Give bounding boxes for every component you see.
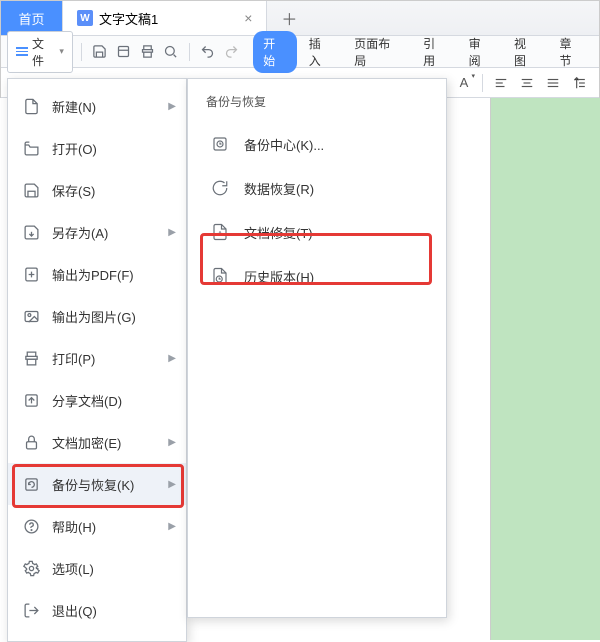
submenu-label: 数据恢复(R) [244, 179, 314, 198]
tab-document[interactable]: W 文字文稿1 × [63, 1, 267, 35]
submenu-item-center[interactable]: 备份中心(K)... [188, 122, 446, 166]
menu-item-print[interactable]: 打印(P) ▶ [8, 337, 186, 379]
line-spacing-icon[interactable] [569, 73, 589, 93]
file-button-label: 文件 [32, 35, 55, 69]
print-icon[interactable] [137, 42, 157, 62]
history-icon [210, 266, 230, 286]
menu-label: 打开(O) [52, 139, 176, 158]
help-icon [22, 517, 40, 535]
menu-label: 分享文档(D) [52, 391, 176, 410]
separator [81, 43, 82, 61]
menu-label: 帮助(H) [52, 517, 156, 536]
backup-submenu: 备份与恢复 备份中心(K)... 数据恢复(R) 文档修复(T) 历史版本(H) [187, 78, 447, 618]
menu-item-export-pdf[interactable]: 输出为PDF(F) [8, 253, 186, 295]
menu-label: 保存(S) [52, 181, 176, 200]
menu-item-help[interactable]: 帮助(H) ▶ [8, 505, 186, 547]
submenu-label: 文档修复(T) [244, 223, 313, 242]
menu-label: 新建(N) [52, 97, 156, 116]
gear-icon [22, 559, 40, 577]
tab-chapter[interactable]: 章节 [549, 31, 592, 73]
close-icon[interactable]: × [244, 10, 252, 26]
menu-item-saveas[interactable]: 另存为(A) ▶ [8, 211, 186, 253]
tab-reference[interactable]: 引用 [413, 31, 456, 73]
tab-start[interactable]: 开始 [253, 31, 296, 73]
tab-home-label: 首页 [18, 9, 44, 28]
share-icon [22, 391, 40, 409]
menu-label: 退出(Q) [52, 601, 176, 620]
chevron-right-icon: ▶ [168, 437, 176, 448]
menu-item-open[interactable]: 打开(O) [8, 127, 186, 169]
menu-item-encrypt[interactable]: 文档加密(E) ▶ [8, 421, 186, 463]
chevron-right-icon: ▶ [168, 521, 176, 532]
exit-icon [22, 601, 40, 619]
tab-review[interactable]: 审阅 [459, 31, 502, 73]
save-icon [22, 181, 40, 199]
menu-item-export-image[interactable]: 输出为图片(G) [8, 295, 186, 337]
submenu-label: 备份中心(K)... [244, 135, 324, 154]
tab-home[interactable]: 首页 [1, 1, 63, 35]
menu-item-save[interactable]: 保存(S) [8, 169, 186, 211]
menu-item-new[interactable]: 新建(N) ▶ [8, 85, 186, 127]
menu-label: 打印(P) [52, 349, 156, 368]
undo-icon[interactable] [198, 42, 218, 62]
redo-icon[interactable] [222, 42, 242, 62]
lock-icon [22, 433, 40, 451]
hamburger-icon [16, 47, 28, 56]
ribbon-tabs: 开始 插入 页面布局 引用 审阅 视图 章节 [253, 31, 593, 73]
menu-label: 选项(L) [52, 559, 176, 578]
submenu-item-recover[interactable]: 数据恢复(R) [188, 166, 446, 210]
menu-item-exit[interactable]: 退出(Q) [8, 589, 186, 631]
menu-item-options[interactable]: 选项(L) [8, 547, 186, 589]
menu-item-backup[interactable]: 备份与恢复(K) ▶ [8, 463, 186, 505]
document-page[interactable] [490, 98, 600, 640]
menu-label: 备份与恢复(K) [52, 475, 156, 494]
file-button[interactable]: 文件 ▾ [7, 31, 73, 73]
menu-label: 输出为PDF(F) [52, 265, 176, 284]
print-preview-icon[interactable] [114, 42, 134, 62]
save-icon[interactable] [90, 42, 110, 62]
recover-icon [210, 178, 230, 198]
menu-label: 输出为图片(G) [52, 307, 176, 326]
char-style-icon[interactable]: A▾ [454, 73, 474, 93]
menu-item-share[interactable]: 分享文档(D) [8, 379, 186, 421]
tab-insert[interactable]: 插入 [299, 31, 342, 73]
print-icon [22, 349, 40, 367]
image-icon [22, 307, 40, 325]
chevron-right-icon: ▶ [168, 479, 176, 490]
separator [482, 74, 483, 92]
menu-label: 另存为(A) [52, 223, 156, 242]
word-doc-icon: W [77, 10, 93, 26]
repair-icon [210, 222, 230, 242]
chevron-right-icon: ▶ [168, 101, 176, 112]
chevron-right-icon: ▶ [168, 353, 176, 364]
file-menu: 新建(N) ▶ 打开(O) 保存(S) 另存为(A) ▶ 输出为PDF(F) 输… [7, 78, 187, 642]
chevron-down-icon: ▾ [59, 46, 64, 57]
backup-icon [22, 475, 40, 493]
chevron-right-icon: ▶ [168, 227, 176, 238]
folder-open-icon [22, 139, 40, 157]
ribbon: 文件 ▾ 开始 插入 页面布局 引用 审阅 视图 章节 [1, 36, 599, 68]
align-justify-icon[interactable] [543, 73, 563, 93]
tab-layout[interactable]: 页面布局 [344, 31, 411, 73]
backup-center-icon [210, 134, 230, 154]
submenu-item-repair[interactable]: 文档修复(T) [188, 210, 446, 254]
tab-view[interactable]: 视图 [504, 31, 547, 73]
new-file-icon [22, 97, 40, 115]
separator [189, 43, 190, 61]
align-left-icon[interactable] [491, 73, 511, 93]
preview-icon[interactable] [161, 42, 181, 62]
submenu-label: 历史版本(H) [244, 267, 314, 286]
align-center-icon[interactable] [517, 73, 537, 93]
saveas-icon [22, 223, 40, 241]
menu-label: 文档加密(E) [52, 433, 156, 452]
submenu-item-history[interactable]: 历史版本(H) [188, 254, 446, 298]
pdf-icon [22, 265, 40, 283]
tab-document-label: 文字文稿1 [99, 9, 158, 28]
submenu-header: 备份与恢复 [188, 89, 446, 122]
